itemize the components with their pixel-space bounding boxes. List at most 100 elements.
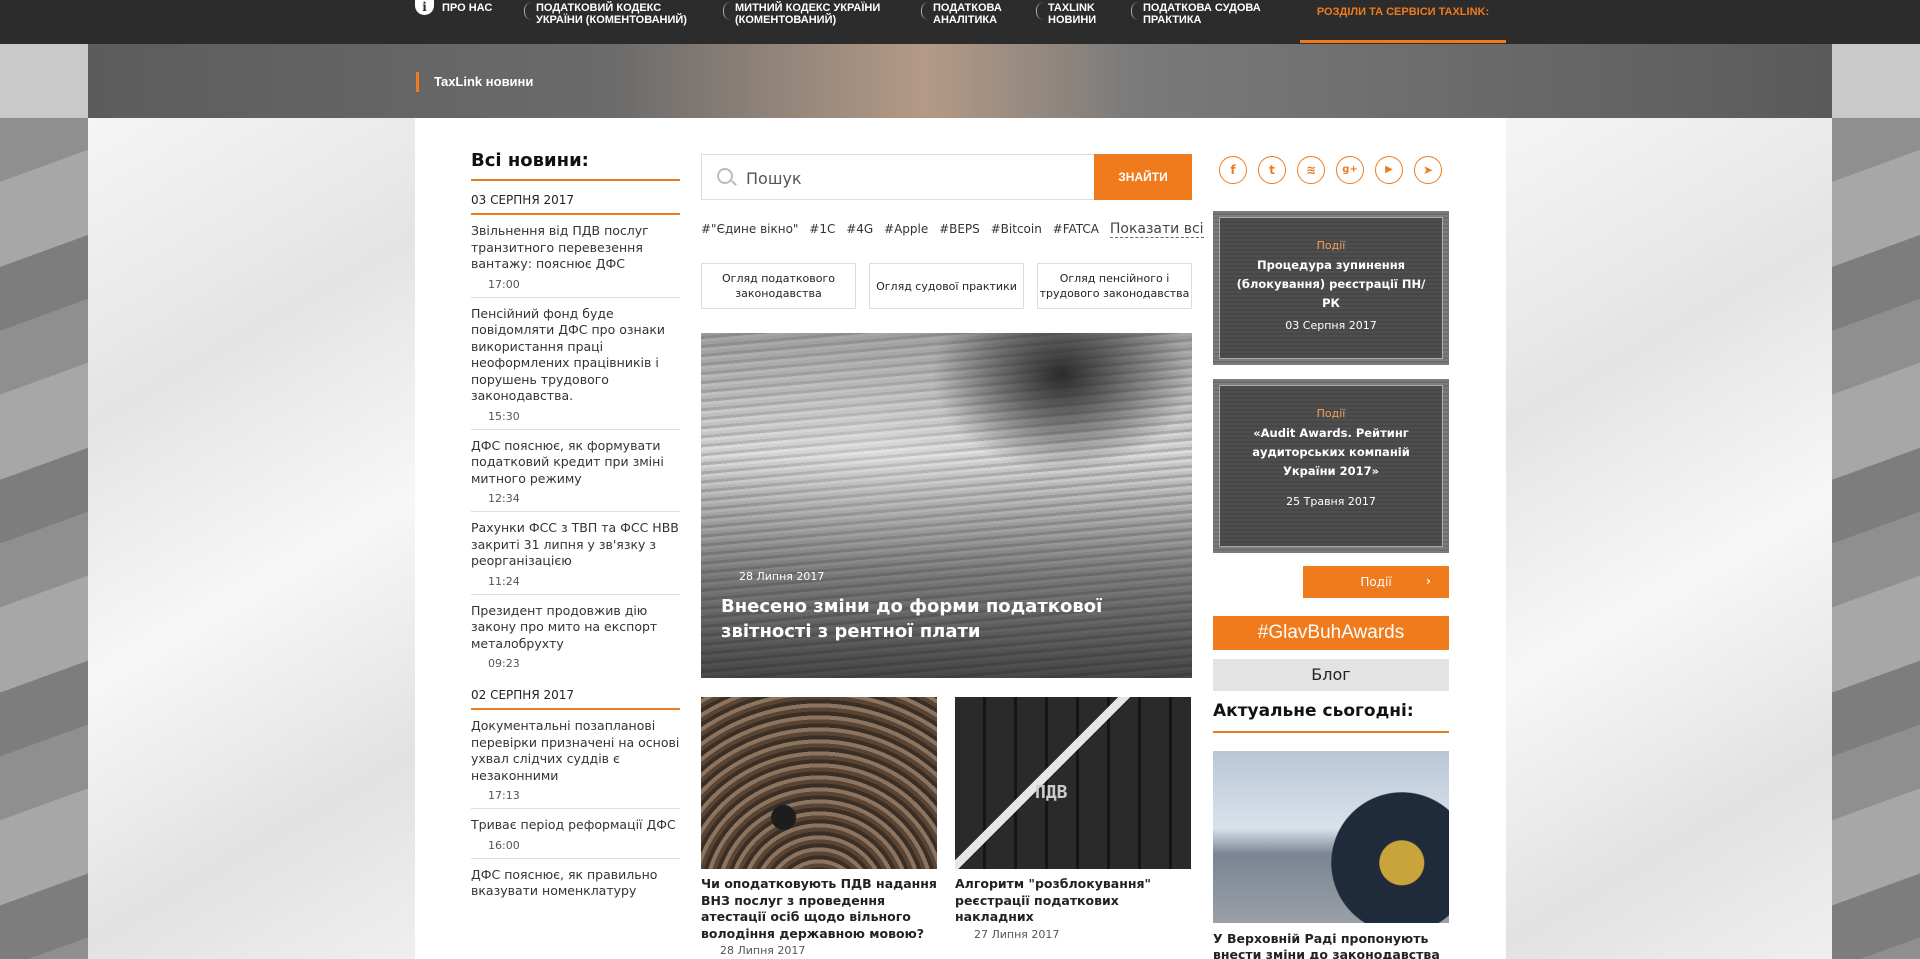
nav-separator: [1036, 2, 1044, 20]
nav-item-tax-analytics[interactable]: ПОДАТКОВА АНАЛІТИКА: [921, 0, 1013, 44]
event-card-overlay: Події «Audit Awards. Рейтинг аудиторськи…: [1219, 385, 1443, 547]
news-date-header: 03 СЕРПНЯ 2017: [471, 181, 680, 215]
chevron-right-icon: ›: [1426, 574, 1431, 588]
news-item-time: 11:24: [488, 574, 520, 588]
news-item-time: 17:00: [488, 277, 520, 291]
nav-item-tax-code[interactable]: ПОДАТКОВИЙ КОДЕКС УКРАЇНИ (КОМЕНТОВАНИЙ): [524, 0, 696, 44]
event-card[interactable]: Події «Audit Awards. Рейтинг аудиторськи…: [1213, 379, 1449, 553]
featured-article[interactable]: 28 Липня 2017 Внесено зміни до форми под…: [701, 333, 1192, 678]
tag-link[interactable]: #Bitcoin: [991, 222, 1042, 236]
article-card[interactable]: Чи оподатковують ПДВ надання ВНЗ послуг …: [701, 697, 937, 957]
facebook-icon[interactable]: f: [1219, 156, 1247, 184]
news-item[interactable]: Триває період реформації ДФС 16:00: [471, 809, 680, 859]
search-button[interactable]: ЗНАЙТИ: [1094, 154, 1192, 200]
featured-article-title[interactable]: Внесено зміни до форми податкової звітно…: [721, 594, 1191, 644]
background-right: [1832, 118, 1920, 959]
news-item[interactable]: Президент продовжив дію закону про мито …: [471, 595, 680, 677]
search-input[interactable]: [746, 167, 1066, 189]
nav-separator: [921, 2, 929, 20]
sections-menu[interactable]: РОЗДІЛИ ТА СЕРВІСИ TAXLINK:: [1300, 0, 1506, 43]
event-card-overlay: Події Процедура зупинення (блокування) р…: [1219, 217, 1443, 359]
news-item[interactable]: Документальні позапланові перевірки приз…: [471, 710, 680, 809]
article-card-date: 28 Липня 2017: [720, 944, 806, 957]
news-item-title[interactable]: ДФС пояснює, як формувати податковий кре…: [471, 438, 680, 488]
event-date: 25 Травня 2017: [1286, 495, 1376, 508]
news-item[interactable]: ДФС пояснює, як правильно вказувати номе…: [471, 859, 680, 906]
news-item-title[interactable]: Президент продовжив дію закону про мито …: [471, 603, 680, 653]
actual-article-image[interactable]: [1213, 751, 1449, 923]
background-panel-right: [1506, 118, 1832, 959]
news-item-time: 09:23: [488, 657, 520, 670]
blog-link[interactable]: Блог: [1213, 659, 1449, 691]
event-card[interactable]: Події Процедура зупинення (блокування) р…: [1213, 211, 1449, 365]
news-item-time: 12:34: [488, 492, 520, 505]
event-label: Події: [1316, 239, 1346, 252]
events-button-label: Події: [1360, 575, 1392, 589]
news-item-title[interactable]: Триває період реформації ДФС: [471, 817, 680, 834]
nav-item-taxlink-news[interactable]: TAXLINK НОВИНИ: [1036, 0, 1118, 44]
article-card[interactable]: ПДВ Алгоритм "розблокування" реєстрації …: [955, 697, 1191, 941]
tag-link[interactable]: #FATCA: [1053, 222, 1099, 236]
google-plus-icon[interactable]: g+: [1336, 156, 1364, 184]
nav-item-customs-code[interactable]: МИТНИЙ КОДЕКС УКРАЇНИ (КОМЕНТОВАНИЙ): [723, 0, 895, 44]
news-item-title[interactable]: Рахунки ФСС з ТВП та ФСС НВВ закриті 31 …: [471, 520, 680, 570]
article-card-image[interactable]: [701, 697, 937, 869]
keyboard-key-label: ПДВ: [1035, 782, 1068, 803]
tag-link[interactable]: #1С: [809, 222, 835, 236]
search-bar: ЗНАЙТИ: [701, 154, 1192, 200]
info-icon: i: [415, 0, 434, 15]
twitter-icon[interactable]: t: [1258, 156, 1286, 184]
youtube-icon[interactable]: ▶: [1375, 156, 1403, 184]
telegram-icon[interactable]: ➤: [1414, 156, 1442, 184]
category-pension-labor-button[interactable]: Огляд пенсійного і трудового законодавст…: [1037, 263, 1192, 309]
news-item-time: 16:00: [488, 838, 520, 852]
article-card-title[interactable]: Алгоритм "розблокування" реєстрації пода…: [955, 876, 1191, 926]
news-item-time: 15:30: [488, 409, 520, 423]
news-item-title[interactable]: Звільнення від ПДВ послуг транзитного пе…: [471, 223, 680, 273]
event-date: 03 Серпня 2017: [1285, 319, 1377, 332]
news-item[interactable]: Звільнення від ПДВ послуг транзитного пе…: [471, 215, 680, 298]
event-label: Події: [1316, 407, 1346, 420]
nav-separator: [723, 2, 731, 20]
tag-link[interactable]: #"Єдине вікно": [701, 222, 798, 236]
actual-today-heading: Актуальне сьогодні:: [1213, 701, 1449, 733]
rss-icon[interactable]: ≋: [1297, 156, 1325, 184]
news-heading: Всі новини:: [471, 150, 680, 181]
news-item[interactable]: Пенсійний фонд буде повідомляти ДФС про …: [471, 298, 680, 430]
nav-separator: [1131, 2, 1139, 20]
news-item-title[interactable]: ДФС пояснює, як правильно вказувати номе…: [471, 867, 680, 900]
category-court-practice-button[interactable]: Огляд судової практики: [869, 263, 1024, 309]
nav-separator: [524, 2, 532, 20]
actual-article-title[interactable]: У Верховній Раді пропонують внести зміни…: [1213, 931, 1449, 959]
header-banner: [88, 44, 1832, 118]
news-item-title[interactable]: Пенсійний фонд буде повідомляти ДФС про …: [471, 306, 680, 405]
nav-item-about[interactable]: ПРО НАС: [442, 0, 492, 44]
news-item-time: 17:13: [488, 789, 520, 802]
news-item[interactable]: ДФС пояснює, як формувати податковий кре…: [471, 430, 680, 512]
page-title: TaxLink новини: [416, 72, 533, 92]
top-navigation: i ПРО НАС ПОДАТКОВИЙ КОДЕКС УКРАЇНИ (КОМ…: [0, 0, 1920, 44]
tag-link[interactable]: #BEPS: [939, 222, 980, 236]
article-card-image[interactable]: ПДВ: [955, 697, 1191, 869]
events-button[interactable]: Події ›: [1303, 566, 1449, 598]
featured-article-image: [931, 333, 1192, 473]
featured-article-date: 28 Липня 2017: [739, 570, 825, 583]
background-panel-left: [88, 118, 415, 959]
tag-link[interactable]: #Apple: [884, 222, 928, 236]
glavbuh-awards-banner[interactable]: #GlavBuhAwards: [1213, 616, 1449, 650]
show-all-tags-link[interactable]: Показати всі: [1109, 221, 1204, 238]
event-title[interactable]: «Audit Awards. Рейтинг аудиторських комп…: [1220, 420, 1442, 481]
news-column: Всі новини: 03 СЕРПНЯ 2017 Звільнення ві…: [471, 150, 680, 906]
news-item-title[interactable]: Документальні позапланові перевірки приз…: [471, 718, 680, 784]
background-left: [0, 118, 88, 959]
category-tax-legislation-button[interactable]: Огляд податкового законодавства: [701, 263, 856, 309]
article-card-date: 27 Липня 2017: [974, 927, 1060, 941]
news-item[interactable]: Рахунки ФСС з ТВП та ФСС НВВ закриті 31 …: [471, 512, 680, 595]
article-card-title[interactable]: Чи оподатковують ПДВ надання ВНЗ послуг …: [701, 876, 937, 942]
search-icon: [717, 168, 733, 184]
news-date-header: 02 СЕРПНЯ 2017: [471, 676, 680, 710]
event-title[interactable]: Процедура зупинення (блокування) реєстра…: [1220, 252, 1442, 313]
nav-item-court-practice[interactable]: ПОДАТКОВА СУДОВА ПРАКТИКА: [1131, 0, 1283, 44]
tag-list: #"Єдине вікно" #1С #4G #Apple #BEPS #Bit…: [701, 221, 1204, 238]
tag-link[interactable]: #4G: [846, 222, 873, 236]
